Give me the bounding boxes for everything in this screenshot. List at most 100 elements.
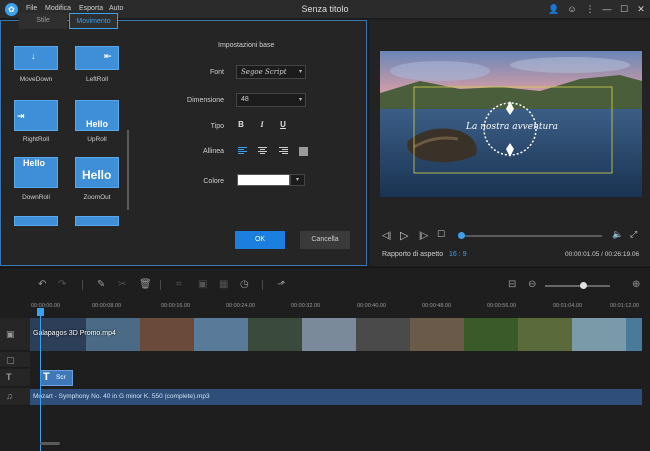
cut-icon[interactable]: ✂ [118, 279, 126, 290]
fit-timeline-icon[interactable]: ⊟ [508, 279, 516, 290]
align-left-icon[interactable] [238, 147, 247, 156]
chevron-down-icon[interactable]: ▾ [290, 174, 305, 186]
duration-icon[interactable]: ◷ [240, 279, 249, 290]
chevron-down-icon: ▾ [298, 97, 302, 103]
motion-thumb-rightroll[interactable]: ⇥ [14, 100, 58, 131]
preview-overlay-text[interactable]: La nostra avventura [452, 122, 572, 132]
type-label: Tipo [210, 123, 224, 130]
volume-icon[interactable]: 🔈 [612, 229, 623, 240]
settings-title: Impostazioni base [218, 42, 275, 49]
ok-button[interactable]: OK [235, 231, 285, 249]
image-icon[interactable]: ▣ [198, 279, 207, 290]
motion-thumb[interactable] [75, 216, 119, 226]
undo-icon[interactable]: ↶ [38, 279, 46, 290]
playback-progress[interactable] [462, 235, 602, 237]
fullscreen-icon[interactable]: ⤢ [630, 229, 637, 240]
thumb-label: DownRoll [22, 194, 50, 201]
align-label: Allinea [202, 148, 224, 155]
underline-button[interactable]: U [278, 120, 288, 129]
color-label: Colore [203, 178, 224, 185]
motion-thumb[interactable] [14, 216, 58, 226]
font-dropdown[interactable]: Segoe Script ▾ [236, 65, 306, 79]
aspect-ratio-value[interactable]: 16 : 9 [449, 251, 467, 258]
video-track-icon: ▣ [6, 329, 15, 339]
audio-track-icon: ♫ [6, 391, 13, 401]
text-track-icon: T [6, 372, 12, 382]
align-justify-icon[interactable] [299, 147, 308, 156]
font-label: Font [209, 69, 224, 76]
italic-button[interactable]: I [257, 120, 267, 129]
audio-clip-label: Mozart - Symphony No. 40 in G minor K. 5… [33, 393, 210, 400]
tick-label: 00:00:56.00 [487, 303, 517, 309]
more-icon[interactable]: ⋮ [583, 3, 597, 16]
text-clip-label: Scr [56, 374, 66, 381]
time-readout: 00:00:01.05 / 00:26:19.06 [565, 251, 640, 258]
mosaic-icon[interactable]: ▦ [219, 279, 228, 290]
menu-auto[interactable]: Auto [109, 5, 123, 12]
tick-label: 00:01:12.00 [610, 303, 640, 309]
tick-label: 00:01:04.00 [553, 303, 583, 309]
close-icon[interactable]: ✕ [634, 3, 648, 16]
tick-label: 00:00:16.00 [161, 303, 191, 309]
thumb-label: LeftRoll [85, 76, 109, 83]
text-track-head [0, 369, 30, 387]
menu-file[interactable]: File [26, 5, 37, 12]
aspect-ratio-label: Rapporto di aspetto [382, 251, 444, 258]
align-center-icon[interactable] [258, 147, 267, 156]
stop-icon[interactable]: ☐ [437, 229, 445, 240]
play-icon[interactable]: ▷ [400, 229, 408, 242]
playhead-handle[interactable] [37, 308, 44, 316]
chevron-down-icon: ▾ [298, 69, 302, 75]
thumb-label: MoveDown [19, 76, 53, 83]
video-track-head [0, 318, 30, 351]
text-clip-icon: T [43, 371, 50, 383]
color-swatch[interactable] [237, 174, 290, 186]
motion-thumb-movedown[interactable]: ↓ [14, 46, 58, 70]
bold-button[interactable]: B [236, 120, 246, 129]
zoom-slider[interactable] [545, 285, 610, 287]
audio-track-head [0, 388, 30, 406]
account-icon[interactable]: 👤 [547, 3, 561, 16]
feedback-icon[interactable]: ☺ [565, 3, 579, 16]
minimize-icon[interactable]: — [600, 3, 614, 16]
menu-modifica[interactable]: Modifica [45, 5, 71, 12]
export-icon[interactable]: ⬏ [277, 279, 285, 290]
tick-label: 00:00:24.00 [226, 303, 256, 309]
tick-label: 00:00:00.00 [31, 303, 61, 309]
progress-knob[interactable] [458, 232, 465, 239]
zoom-knob[interactable] [580, 282, 587, 289]
playhead[interactable] [40, 308, 41, 451]
size-label: Dimensione [187, 97, 224, 104]
maximize-icon[interactable]: ☐ [617, 3, 631, 16]
thumb-label: ZoomOut [83, 194, 111, 201]
motion-thumb-downroll[interactable]: Hello [14, 157, 58, 188]
delete-icon[interactable]: 🗑 [139, 279, 152, 290]
toolbar-divider [262, 280, 263, 290]
zoom-in-icon[interactable]: ⊕ [632, 279, 640, 290]
align-right-icon[interactable] [279, 147, 288, 156]
app-logo-icon: ✿ [5, 3, 18, 16]
cancel-button[interactable]: Cancella [300, 231, 350, 249]
prev-frame-icon[interactable]: ◁| [382, 230, 391, 241]
thumb-glyph-text: Hello [86, 119, 109, 129]
redo-icon[interactable]: ↷ [58, 279, 66, 290]
zoom-out-icon[interactable]: ⊖ [528, 279, 536, 290]
video-track[interactable] [30, 318, 642, 351]
overlay-track-icon: ▢ [6, 355, 15, 365]
timeline-scrollbar[interactable] [40, 442, 60, 445]
motion-thumb-uproll[interactable]: Hello [75, 100, 119, 131]
toolbar-divider [160, 280, 161, 290]
thumbnails-scrollbar[interactable] [127, 130, 129, 210]
next-frame-icon[interactable]: |▷ [419, 230, 428, 241]
crop-icon[interactable]: ⌗ [176, 279, 182, 290]
font-value: Segoe Script [241, 68, 287, 76]
edit-icon[interactable]: ✎ [97, 279, 105, 290]
tab-movimento[interactable]: Movimento [69, 13, 118, 29]
thumb-glyph-text: Hello [23, 158, 46, 168]
size-dropdown[interactable]: 48 ▾ [236, 93, 306, 107]
motion-thumb-zoomout[interactable]: Hello [75, 157, 119, 188]
tick-label: 00:00:32.00 [291, 303, 321, 309]
tab-stile[interactable]: Stile [19, 13, 67, 29]
menu-esporta[interactable]: Esporta [79, 5, 103, 12]
motion-thumb-leftroll[interactable]: ⇤ [75, 46, 119, 70]
